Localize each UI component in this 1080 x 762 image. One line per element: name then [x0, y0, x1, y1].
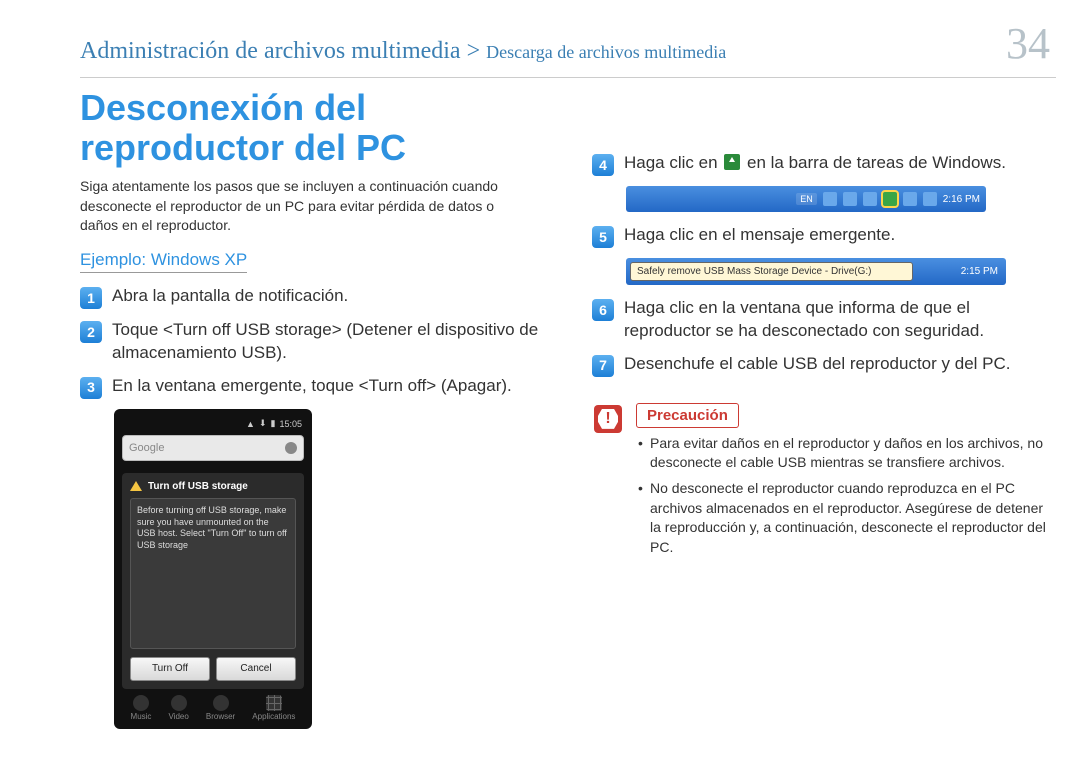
- step-text: Haga clic en en la barra de tareas de Wi…: [624, 152, 1056, 175]
- balloon-tooltip[interactable]: Safely remove USB Mass Storage Device - …: [630, 262, 913, 281]
- apps-icon: [266, 695, 282, 711]
- phone-status-icon: ▲: [246, 419, 255, 429]
- safely-remove-tray-icon[interactable]: [883, 192, 897, 206]
- step-badge: 5: [592, 226, 614, 248]
- step-text: En la ventana emergente, toque <Turn off…: [112, 375, 544, 398]
- left-column: Desconexión del reproductor del PC Siga …: [80, 88, 544, 729]
- phone-status-icon: ⬇: [259, 418, 267, 429]
- step-badge: 1: [80, 287, 102, 309]
- nav-video[interactable]: Video: [168, 695, 188, 721]
- tray-icon[interactable]: [823, 192, 837, 206]
- tray-icon[interactable]: [863, 192, 877, 206]
- step-4: 4 Haga clic en en la barra de tareas de …: [592, 152, 1056, 176]
- popup-time: 2:15 PM: [961, 266, 1002, 277]
- tray-icon[interactable]: [921, 266, 933, 278]
- page-title: Desconexión del reproductor del PC: [80, 88, 544, 167]
- page-header: Administración de archivos multimedia > …: [0, 0, 1080, 77]
- lang-indicator[interactable]: EN: [796, 193, 817, 205]
- phone-status-time: 15:05: [279, 419, 302, 429]
- nav-music[interactable]: Music: [131, 695, 152, 721]
- windows-popup: Safely remove USB Mass Storage Device - …: [626, 258, 1006, 285]
- phone-status-signal-icon: ▮: [271, 418, 276, 429]
- step-6: 6 Haga clic en la ventana que informa de…: [592, 297, 1056, 343]
- step-2: 2 Toque <Turn off USB storage> (Detener …: [80, 319, 544, 365]
- tray-icon[interactable]: [903, 192, 917, 206]
- phone-search-bar[interactable]: Google: [122, 435, 304, 461]
- step-7: 7 Desenchufe el cable USB del reproducto…: [592, 353, 1056, 377]
- step-4-post: en la barra de tareas de Windows.: [742, 153, 1006, 172]
- caution-box: Precaución Para evitar daños en el repro…: [592, 397, 1056, 570]
- dialog-title-row: Turn off USB storage: [130, 481, 296, 492]
- step-badge: 6: [592, 299, 614, 321]
- caution-icon: [594, 405, 622, 433]
- phone-search-placeholder: Google: [129, 442, 164, 454]
- step-badge: 4: [592, 154, 614, 176]
- phone-screenshot: ▲ ⬇ ▮ 15:05 Google Turn off USB storage …: [114, 409, 312, 729]
- warning-icon: [130, 481, 142, 491]
- step-3: 3 En la ventana emergente, toque <Turn o…: [80, 375, 544, 399]
- video-icon: [171, 695, 187, 711]
- step-text: Desenchufe el cable USB del reproductor …: [624, 353, 1056, 376]
- phone-dialog: Turn off USB storage Before turning off …: [122, 473, 304, 689]
- step-text: Toque <Turn off USB storage> (Detener el…: [112, 319, 544, 365]
- cancel-button[interactable]: Cancel: [216, 657, 296, 681]
- dialog-buttons: Turn Off Cancel: [130, 657, 296, 681]
- intro-text: Siga atentamente los pasos que se incluy…: [80, 177, 520, 236]
- example-label: Ejemplo: Windows XP: [80, 250, 247, 273]
- step-5: 5 Haga clic en el mensaje emergente.: [592, 224, 1056, 248]
- step-badge: 2: [80, 321, 102, 343]
- caution-title: Precaución: [636, 403, 739, 428]
- header-divider: [80, 77, 1056, 78]
- step-badge: 7: [592, 355, 614, 377]
- browser-icon: [213, 695, 229, 711]
- breadcrumb: Administración de archivos multimedia > …: [80, 38, 726, 65]
- dialog-body: Before turning off USB storage, make sur…: [130, 498, 296, 649]
- music-icon: [133, 695, 149, 711]
- step-text: Haga clic en el mensaje emergente.: [624, 224, 1056, 247]
- content-columns: Desconexión del reproductor del PC Siga …: [0, 88, 1080, 729]
- nav-browser[interactable]: Browser: [206, 695, 235, 721]
- mic-icon[interactable]: [285, 442, 297, 454]
- breadcrumb-main: Administración de archivos multimedia: [80, 38, 461, 64]
- dialog-title: Turn off USB storage: [148, 481, 248, 492]
- safely-remove-icon: [724, 154, 740, 170]
- caution-list: Para evitar daños en el reproductor y da…: [636, 434, 1046, 558]
- step-text: Abra la pantalla de notificación.: [112, 285, 544, 308]
- step-4-pre: Haga clic en: [624, 153, 722, 172]
- right-column: 4 Haga clic en en la barra de tareas de …: [592, 88, 1056, 729]
- phone-nav-bar: Music Video Browser Applications: [122, 695, 304, 721]
- caution-item: No desconecte el reproductor cuando repr…: [636, 479, 1046, 557]
- step-badge: 3: [80, 377, 102, 399]
- caution-item: Para evitar daños en el reproductor y da…: [636, 434, 1046, 473]
- windows-taskbar: EN 2:16 PM: [626, 186, 986, 212]
- page-number: 34: [1006, 18, 1056, 69]
- step-text: Haga clic en la ventana que informa de q…: [624, 297, 1056, 343]
- turn-off-button[interactable]: Turn Off: [130, 657, 210, 681]
- tray-icon[interactable]: [923, 192, 937, 206]
- tray-icon[interactable]: [941, 266, 953, 278]
- nav-apps[interactable]: Applications: [252, 695, 295, 721]
- step-1: 1 Abra la pantalla de notificación.: [80, 285, 544, 309]
- taskbar-time: 2:16 PM: [943, 194, 980, 205]
- phone-status-bar: ▲ ⬇ ▮ 15:05: [122, 417, 304, 431]
- tray-icon[interactable]: [843, 192, 857, 206]
- breadcrumb-sub: Descarga de archivos multimedia: [486, 42, 726, 62]
- breadcrumb-sep: >: [461, 38, 487, 64]
